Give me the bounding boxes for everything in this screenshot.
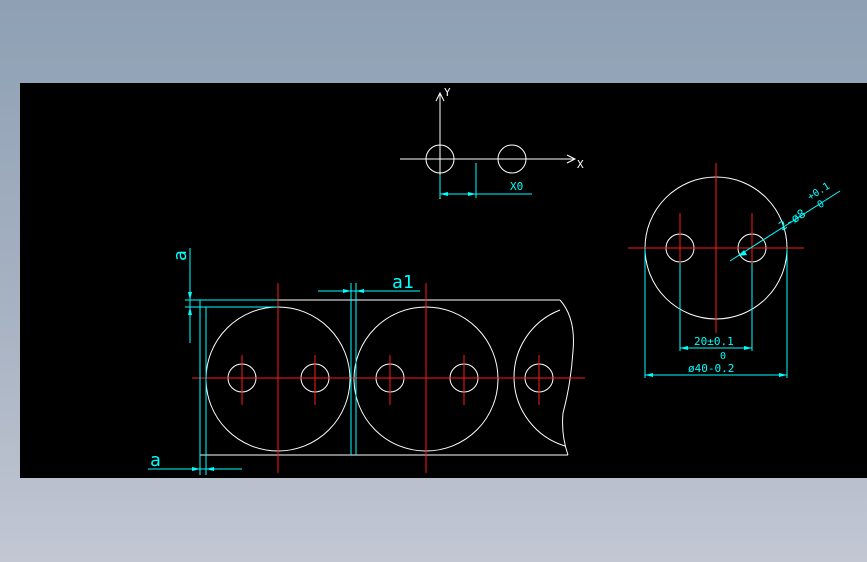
cad-drawing-area: X Y X0 a a a1 20±0.1 0 ø40-0.2 2-ø8 +0.1…: [20, 83, 867, 478]
pitch-dim-label: 20±0.1: [694, 335, 734, 348]
a1-label: a1: [392, 272, 414, 293]
dia-tol-upper: 0: [720, 351, 726, 362]
x0-label: X0: [510, 180, 523, 193]
drawing-background: [20, 83, 867, 478]
a-top-label: a: [170, 250, 191, 261]
cad-drawing: X Y X0 a a a1 20±0.1 0 ø40-0.2 2-ø8 +0.1…: [20, 83, 867, 478]
y-axis-label: Y: [444, 86, 451, 99]
x-axis-label: X: [577, 158, 584, 171]
dia-dim-label: ø40-0.2: [688, 362, 734, 375]
a-bottom-label: a: [150, 450, 161, 471]
